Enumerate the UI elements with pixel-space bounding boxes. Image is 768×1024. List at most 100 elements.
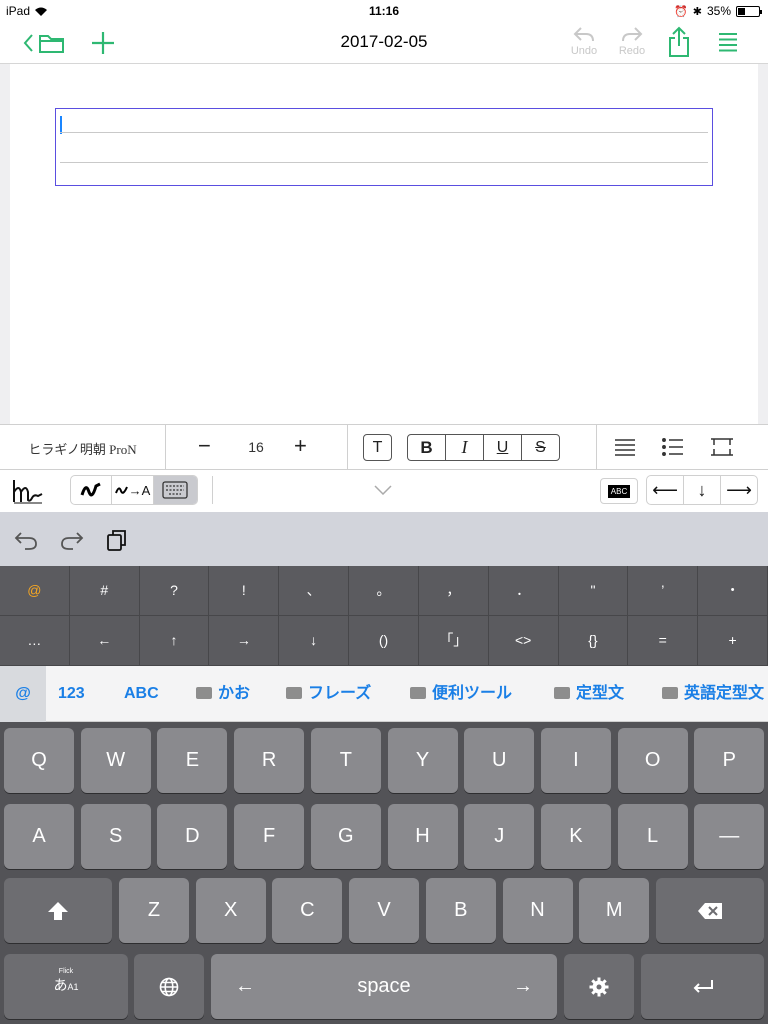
category-tab[interactable]: 便利ツール <box>410 666 512 722</box>
symbol-key[interactable]: + <box>698 616 768 666</box>
kana-switch-key[interactable]: Flick あA1 <box>4 954 128 1019</box>
pen-mode-button[interactable] <box>71 476 113 504</box>
key-e[interactable]: E <box>157 728 228 793</box>
symbol-key[interactable]: ． <box>488 566 559 616</box>
globe-key[interactable] <box>134 954 204 1019</box>
category-tab[interactable]: フレーズ <box>286 666 371 722</box>
key-letter[interactable]: F <box>234 804 305 869</box>
kb-redo-button[interactable] <box>60 530 84 555</box>
symbol-key[interactable]: → <box>209 616 280 666</box>
key-letter[interactable]: B <box>425 878 496 943</box>
category-tab[interactable]: ABC <box>124 666 159 722</box>
menu-button[interactable] <box>718 32 738 57</box>
flick-label: Flick <box>58 968 74 975</box>
category-tab[interactable]: @ <box>0 666 46 722</box>
move-right-button[interactable]: ⟶ <box>721 476 757 504</box>
font-size-increase[interactable]: + <box>294 433 307 459</box>
shift-key[interactable] <box>4 878 112 943</box>
text-style-button[interactable]: T <box>363 434 392 461</box>
symbol-key[interactable]: ← <box>69 616 140 666</box>
key-letter[interactable]: Z <box>119 878 189 943</box>
key-letter[interactable]: V <box>349 878 420 943</box>
key-t[interactable]: T <box>310 728 381 793</box>
key-w[interactable]: W <box>80 728 151 793</box>
kana-sub: A1 <box>67 982 79 992</box>
format-toolbar: ヒラギノ明朝 ProN − 16 + T B I U S <box>0 424 768 471</box>
key-letter[interactable]: N <box>502 878 573 943</box>
symbol-key[interactable]: <> <box>488 616 559 666</box>
category-tab[interactable]: かお <box>196 666 250 722</box>
keyboard-icon <box>162 481 188 499</box>
key-letter[interactable]: G <box>310 804 381 869</box>
key-y[interactable]: Y <box>387 728 458 793</box>
category-tab[interactable]: 定型文 <box>554 666 624 722</box>
symbol-key[interactable]: = <box>628 616 699 666</box>
text-box[interactable] <box>55 108 713 186</box>
key-letter[interactable]: X <box>195 878 266 943</box>
font-size-decrease[interactable]: − <box>198 433 211 459</box>
move-down-button[interactable]: ↓ <box>684 476 721 504</box>
category-tab[interactable]: 123 <box>58 666 85 722</box>
symbol-key[interactable]: 「」 <box>418 616 489 666</box>
convert-mode-button[interactable]: →A <box>112 476 154 504</box>
key-letter[interactable]: S <box>80 804 151 869</box>
font-selector[interactable]: ヒラギノ明朝 ProN <box>0 439 165 458</box>
textbox-tool-button[interactable]: ABC <box>600 478 638 504</box>
undo-button[interactable]: Undo <box>566 26 602 57</box>
handwriting-button[interactable] <box>12 478 44 509</box>
key-letter[interactable]: A <box>4 804 74 869</box>
symbol-key[interactable]: ? <box>139 566 210 616</box>
symbol-key[interactable]: ↑ <box>139 616 210 666</box>
key-letter[interactable]: C <box>272 878 343 943</box>
key-letter[interactable]: D <box>157 804 228 869</box>
move-left-button[interactable]: ⟵ <box>647 476 684 504</box>
key-p[interactable]: P <box>694 728 765 793</box>
key-u[interactable]: U <box>464 728 535 793</box>
underline-button[interactable]: U <box>484 435 522 460</box>
key-letter[interactable]: H <box>387 804 458 869</box>
symbol-key[interactable]: {} <box>558 616 629 666</box>
font-size-value: 16 <box>248 439 264 455</box>
key-letter[interactable]: — <box>694 804 765 869</box>
return-key[interactable] <box>641 954 764 1019</box>
spacing-button[interactable] <box>710 437 734 462</box>
category-tab[interactable]: 英語定型文 <box>662 666 764 722</box>
strikethrough-button[interactable]: S <box>522 435 559 460</box>
symbol-key[interactable]: @ <box>0 566 70 616</box>
symbol-key[interactable]: " <box>558 566 629 616</box>
symbol-key[interactable]: ， <box>418 566 489 616</box>
symbol-key[interactable]: 。 <box>349 566 419 616</box>
space-key[interactable]: ← space → <box>211 954 557 1019</box>
bold-button[interactable]: B <box>408 435 446 460</box>
key-letter[interactable]: K <box>540 804 611 869</box>
key-i[interactable]: I <box>540 728 611 793</box>
list-button[interactable] <box>662 437 684 462</box>
italic-button[interactable]: I <box>446 435 484 460</box>
key-q[interactable]: Q <box>4 728 74 793</box>
symbol-key[interactable]: ’ <box>628 566 699 616</box>
space-label: space <box>357 975 411 997</box>
delete-key[interactable] <box>656 878 764 943</box>
symbol-key[interactable]: ! <box>209 566 280 616</box>
symbol-key[interactable]: ↓ <box>279 616 350 666</box>
undo-icon <box>573 27 594 42</box>
key-o[interactable]: O <box>617 728 688 793</box>
symbol-key[interactable]: () <box>349 616 419 666</box>
symbol-key[interactable]: # <box>69 566 140 616</box>
share-button[interactable] <box>666 26 692 63</box>
redo-button[interactable]: Redo <box>614 26 650 57</box>
key-letter[interactable]: L <box>617 804 688 869</box>
align-button[interactable] <box>614 437 636 462</box>
keyboard-mode-button[interactable] <box>153 476 197 504</box>
symbol-key[interactable]: 、 <box>279 566 350 616</box>
settings-key[interactable] <box>564 954 634 1019</box>
key-letter[interactable]: M <box>579 878 650 943</box>
kb-paste-button[interactable] <box>106 528 128 557</box>
key-r[interactable]: R <box>234 728 305 793</box>
convert-label: →A <box>128 482 151 498</box>
collapse-toolbar-button[interactable] <box>374 482 392 500</box>
key-letter[interactable]: J <box>464 804 535 869</box>
kb-undo-button[interactable] <box>14 530 38 555</box>
symbol-key[interactable]: … <box>0 616 70 666</box>
symbol-key[interactable]: ・ <box>698 566 768 616</box>
